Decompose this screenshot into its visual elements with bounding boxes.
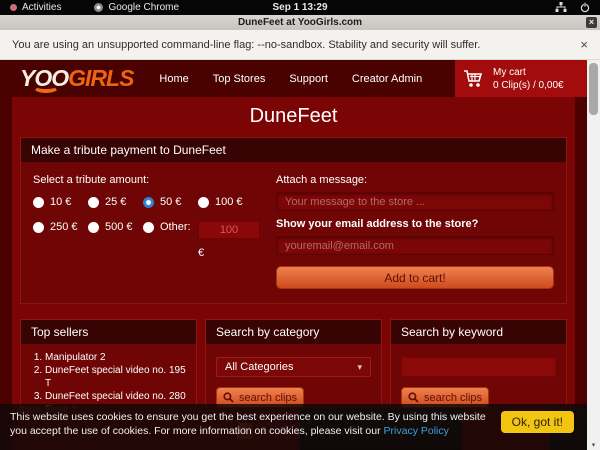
window-title: DuneFeet at YooGirls.com <box>238 17 362 28</box>
amount-options: 10 € 25 € 50 € <box>33 196 260 259</box>
nav-creator-admin[interactable]: Creator Admin <box>352 73 422 85</box>
nav-home[interactable]: Home <box>159 73 188 85</box>
radio-other-icon[interactable] <box>143 222 154 233</box>
site-logo[interactable]: YOO GIRLS <box>20 65 133 92</box>
top-seller-item[interactable]: Manipulator 2 <box>45 351 190 364</box>
site-header: YOO GIRLS Home Top Stores Support Creato… <box>0 60 587 97</box>
scrollbar-thumb[interactable] <box>589 63 598 115</box>
top-sellers-panel: Top sellers Manipulator 2 DuneFeet speci… <box>20 319 197 408</box>
cart-title: My cart <box>493 66 564 79</box>
search-category-title: Search by category <box>206 320 381 344</box>
nav-support[interactable]: Support <box>289 73 328 85</box>
main-nav: Home Top Stores Support Creator Admin <box>159 73 422 85</box>
logo-text-girls: GIRLS <box>68 65 133 92</box>
amount-option-500[interactable]: 500 € <box>88 221 143 233</box>
search-category-panel: Search by category All Categories ▾ sear… <box>205 319 382 408</box>
keyword-input[interactable] <box>401 357 556 377</box>
top-sellers-list: Manipulator 2 DuneFeet special video no.… <box>45 351 190 408</box>
page-content: DuneFeet Make a tribute payment to DuneF… <box>12 97 575 450</box>
top-seller-item[interactable]: DuneFeet special video no. 195 T <box>45 364 190 390</box>
logo-text-yoo: YOO <box>20 65 68 92</box>
tribute-panel: Make a tribute payment to DuneFeet Selec… <box>20 137 567 304</box>
amount-option-10[interactable]: 10 € <box>33 196 88 208</box>
search-keyword-title: Search by keyword <box>391 320 566 344</box>
email-input[interactable] <box>276 236 554 255</box>
radio-25-icon[interactable] <box>88 197 99 208</box>
radio-100-icon[interactable] <box>198 197 209 208</box>
add-to-cart-button[interactable]: Add to cart! <box>276 266 554 289</box>
webpage: YOO GIRLS Home Top Stores Support Creato… <box>0 60 587 450</box>
amount-label: Select a tribute amount: <box>33 174 260 186</box>
other-amount-input[interactable] <box>198 221 260 239</box>
amount-option-50[interactable]: 50 € <box>143 196 198 208</box>
warning-close-icon[interactable]: × <box>580 38 588 51</box>
currency-label: € <box>198 247 260 259</box>
activities-indicator-icon <box>10 4 17 11</box>
cart-icon <box>463 69 485 89</box>
cookie-notice-text: This website uses cookies to ensure you … <box>10 411 502 438</box>
privacy-policy-link[interactable]: Privacy Policy <box>384 425 449 437</box>
amount-option-25[interactable]: 25 € <box>88 196 143 208</box>
scrollbar-down-arrow-icon[interactable]: ▾ <box>587 441 600 449</box>
amount-option-other[interactable]: Other: <box>143 221 198 233</box>
warning-message: You are using an unsupported command-lin… <box>12 39 480 51</box>
cookie-accept-button[interactable]: Ok, got it! <box>501 411 574 433</box>
radio-10-icon[interactable] <box>33 197 44 208</box>
category-select[interactable]: All Categories ▾ <box>216 357 371 377</box>
amount-option-100[interactable]: 100 € <box>198 196 260 208</box>
window-close-button[interactable]: × <box>586 17 597 28</box>
category-selected-option: All Categories <box>225 361 293 373</box>
power-icon[interactable] <box>580 2 590 13</box>
gnome-top-bar: Activities Google Chrome Sep 1 13:29 <box>0 0 600 15</box>
search-keyword-panel: Search by keyword search clips <box>390 319 567 408</box>
amount-option-250[interactable]: 250 € <box>33 221 88 233</box>
chrome-icon <box>94 3 103 12</box>
my-cart-button[interactable]: My cart 0 Clip(s) / 0,00€ <box>455 60 587 97</box>
browser-viewport: YOO GIRLS Home Top Stores Support Creato… <box>0 60 600 450</box>
message-input[interactable] <box>276 192 554 211</box>
nav-top-stores[interactable]: Top Stores <box>213 73 266 85</box>
email-label: Show your email address to the store? <box>276 218 554 230</box>
page-title: DuneFeet <box>12 97 575 137</box>
chevron-down-icon: ▾ <box>357 362 362 373</box>
page-scrollbar[interactable]: ▾ <box>587 60 600 450</box>
cookie-notice-bar: This website uses cookies to ensure you … <box>0 404 587 450</box>
chrome-warning-bar: You are using an unsupported command-lin… <box>0 30 600 60</box>
radio-250-icon[interactable] <box>33 222 44 233</box>
clock[interactable]: Sep 1 13:29 <box>272 2 327 13</box>
logo-smile-icon <box>33 81 59 93</box>
network-icon[interactable] <box>555 2 567 13</box>
top-sellers-title: Top sellers <box>21 320 196 344</box>
cart-summary: 0 Clip(s) / 0,00€ <box>493 79 564 92</box>
search-icon <box>223 392 234 403</box>
focused-app-label: Google Chrome <box>108 2 179 13</box>
radio-50-icon[interactable] <box>143 197 154 208</box>
focused-app-menu[interactable]: Google Chrome <box>94 2 179 13</box>
tribute-panel-title: Make a tribute payment to DuneFeet <box>21 138 566 162</box>
search-icon <box>408 392 419 403</box>
activities-button[interactable]: Activities <box>22 2 61 13</box>
message-label: Attach a message: <box>276 174 554 186</box>
radio-500-icon[interactable] <box>88 222 99 233</box>
window-titlebar[interactable]: DuneFeet at YooGirls.com × <box>0 15 600 30</box>
